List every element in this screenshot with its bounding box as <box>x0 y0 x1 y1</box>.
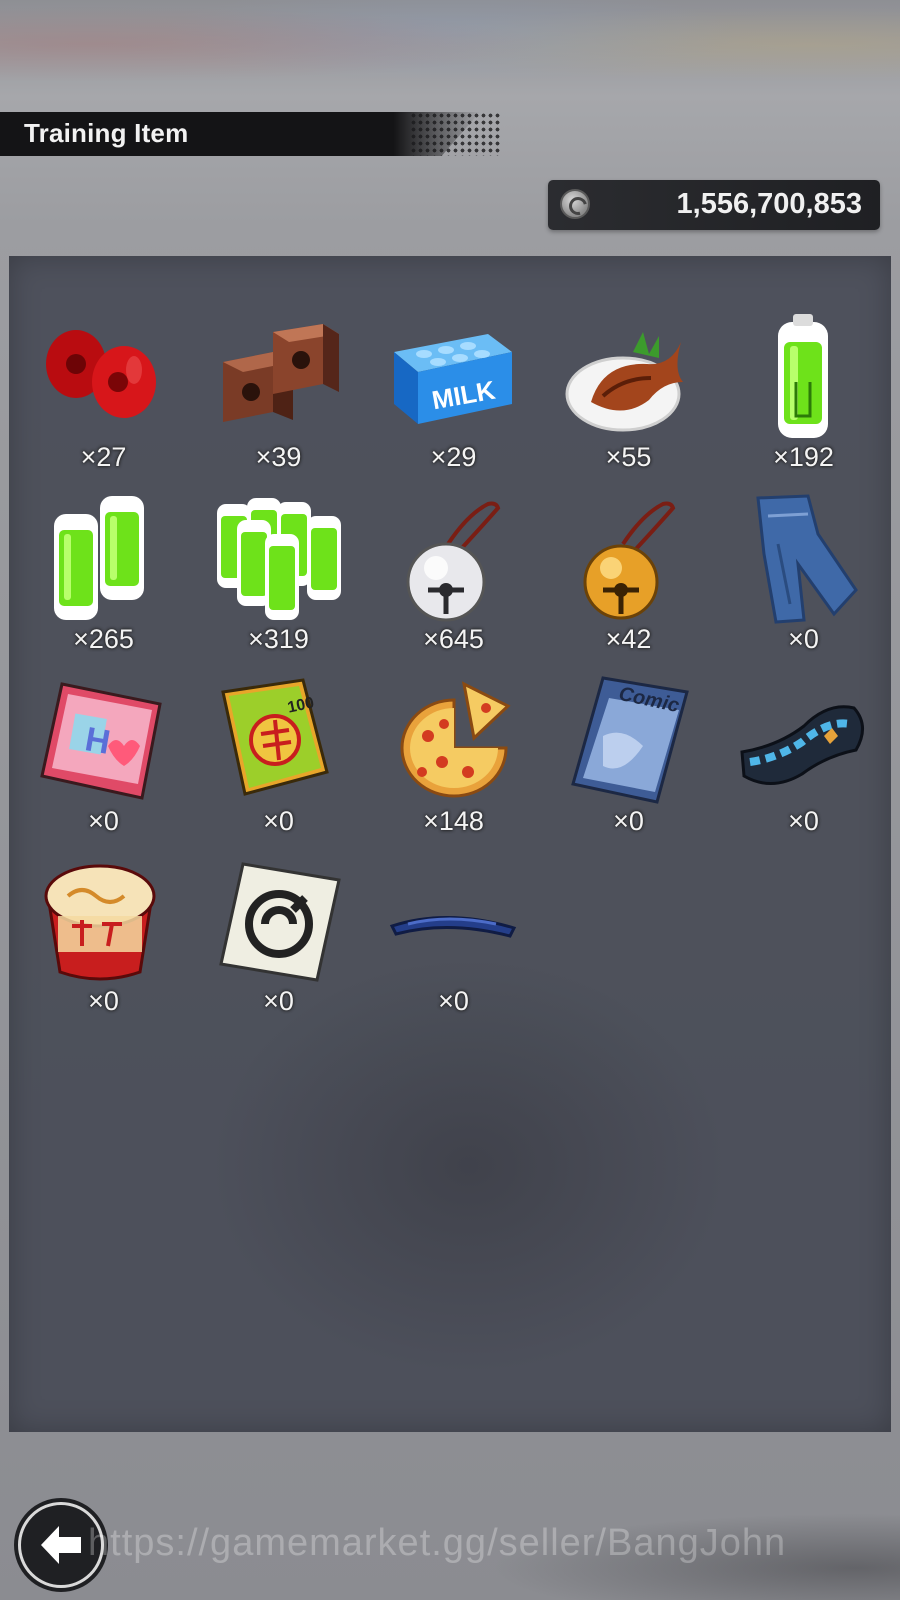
inventory-panel: ×27 ×39 MILK ×29 ×55 ×192 ×265 ×319 ×645… <box>9 256 891 1432</box>
item-pizza[interactable]: ×148 <box>366 676 536 846</box>
item-battery-double[interactable]: ×265 <box>16 494 186 664</box>
item-count: ×27 <box>80 442 127 472</box>
watermark-text: https://gamemarket.gg/seller/BangJohn <box>88 1522 787 1564</box>
item-count: ×265 <box>73 624 134 654</box>
item-count: ×39 <box>255 442 302 472</box>
item-battery-single[interactable]: ×192 <box>716 312 886 482</box>
item-pink-book[interactable]: H ×0 <box>16 676 186 846</box>
item-gold-bell[interactable]: ×42 <box>541 494 711 664</box>
currency-value: 1,556,700,853 <box>676 188 862 220</box>
battery-pack-icon <box>213 494 343 624</box>
pink-book-icon: H <box>38 676 168 806</box>
item-comic-book[interactable]: Comic ×0 <box>541 676 711 846</box>
item-brick-weights[interactable]: ×39 <box>191 312 361 482</box>
item-silver-bell[interactable]: ×645 <box>366 494 536 664</box>
back-arrow-icon <box>41 1526 81 1564</box>
item-count: ×0 <box>263 986 294 1016</box>
item-red-dumbbell[interactable]: ×27 <box>16 312 186 482</box>
battery-pair-icon <box>38 494 168 624</box>
brick-weights-icon <box>213 312 343 442</box>
item-count: ×55 <box>605 442 652 472</box>
item-count: ×192 <box>773 442 834 472</box>
item-count: ×0 <box>438 986 469 1016</box>
comic-book-icon: Comic <box>563 676 693 806</box>
page-title: Training Item <box>24 118 189 148</box>
red-dumbbell-icon <box>38 312 168 442</box>
item-count: ×0 <box>88 986 119 1016</box>
headband-icon <box>388 856 518 986</box>
symbol-card-icon <box>213 856 343 986</box>
item-count: ×0 <box>788 624 819 654</box>
silver-bell-icon <box>388 494 518 624</box>
coin-icon <box>560 189 590 219</box>
item-grilled-fish[interactable]: ×55 <box>541 312 711 482</box>
bottom-bar <box>0 1440 900 1600</box>
item-count: ×148 <box>423 806 484 836</box>
item-ramen-cup[interactable]: ×0 <box>16 856 186 1026</box>
jeans-icon <box>738 494 868 624</box>
pizza-icon <box>388 676 518 806</box>
milk-crate-icon: MILK <box>388 312 518 442</box>
item-count: ×0 <box>613 806 644 836</box>
item-count: ×319 <box>248 624 309 654</box>
item-count: ×42 <box>605 624 652 654</box>
quiz-book-icon: 100 <box>213 676 343 806</box>
background-blur <box>0 0 900 110</box>
item-count: ×29 <box>430 442 477 472</box>
header-dots-decoration <box>410 112 500 156</box>
item-wristband[interactable]: ×0 <box>716 676 886 846</box>
item-count: ×0 <box>788 806 819 836</box>
gold-bell-icon <box>563 494 693 624</box>
wristband-icon <box>738 676 868 806</box>
item-count: ×0 <box>88 806 119 836</box>
item-count: ×645 <box>423 624 484 654</box>
item-jeans[interactable]: ×0 <box>716 494 886 664</box>
item-battery-pack[interactable]: ×319 <box>191 494 361 664</box>
grilled-fish-icon <box>563 312 693 442</box>
ramen-cup-icon <box>38 856 168 986</box>
battery-icon <box>738 312 868 442</box>
item-quiz-book[interactable]: 100 ×0 <box>191 676 361 846</box>
item-count: ×0 <box>263 806 294 836</box>
currency-display: 1,556,700,853 <box>548 180 880 230</box>
item-symbol-card[interactable]: ×0 <box>191 856 361 1026</box>
item-blue-headband[interactable]: ×0 <box>366 856 536 1026</box>
item-milk-crate[interactable]: MILK ×29 <box>366 312 536 482</box>
